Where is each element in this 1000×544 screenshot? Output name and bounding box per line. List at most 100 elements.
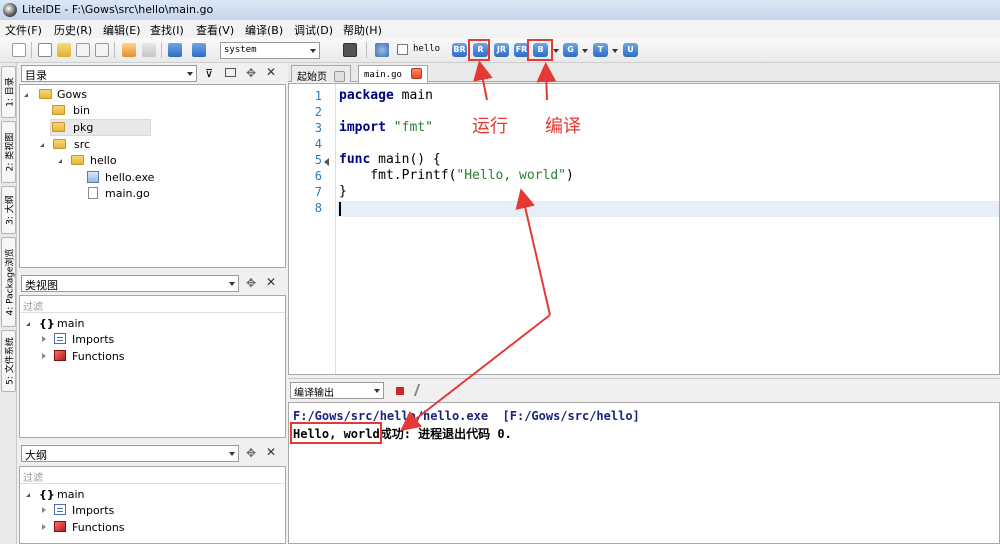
float-icon[interactable]: ✥	[246, 276, 256, 290]
menu-edit[interactable]: 编辑(E)	[103, 22, 141, 38]
goto-icon[interactable]	[122, 43, 136, 57]
divider	[20, 312, 285, 313]
tab-start-page[interactable]: 起始页	[291, 65, 352, 83]
tab-class-view-label: 2: 类视图	[5, 132, 15, 172]
menu-help[interactable]: 帮助(H)	[343, 22, 382, 38]
forward-icon[interactable]	[142, 43, 156, 57]
folder-icon	[52, 105, 65, 115]
save-icon[interactable]	[76, 43, 90, 57]
get-button[interactable]: G	[563, 43, 578, 57]
close-icon[interactable]: ✕	[266, 65, 276, 79]
menu-history[interactable]: 历史(R)	[54, 22, 92, 38]
tab-main-go[interactable]: main.go	[358, 65, 429, 83]
expander-icon[interactable]	[42, 524, 46, 530]
tree-item-label: Imports	[72, 504, 115, 517]
outline-select[interactable]: 大纲	[21, 445, 239, 462]
class-view-filter-input[interactable]: 过滤	[23, 298, 43, 313]
menu-view[interactable]: 查看(V)	[196, 22, 234, 38]
toolbar-separator	[114, 42, 115, 58]
tab-filesystem[interactable]: 5: 文件系统	[1, 330, 16, 392]
tree-item-label: src	[74, 138, 91, 151]
code-text: }	[339, 184, 347, 199]
close-tab-icon[interactable]	[411, 68, 423, 79]
expander-icon[interactable]	[24, 93, 28, 97]
fold-marker-icon[interactable]	[324, 158, 329, 166]
annotation-run-label: 运行	[472, 116, 508, 137]
code-line-6: fmt.Printf("Hello, world")	[339, 168, 574, 183]
chevron-down-icon	[310, 49, 316, 53]
expander-icon[interactable]	[42, 353, 46, 359]
new-file-icon[interactable]	[12, 43, 26, 57]
tab-package-browser[interactable]: 4: Package浏览	[1, 237, 16, 327]
class-view-select[interactable]: 类视图	[21, 275, 239, 292]
update-button[interactable]: U	[623, 43, 638, 57]
build-run-button[interactable]: BR	[452, 43, 467, 57]
menu-debug[interactable]: 调试(D)	[294, 22, 333, 38]
new-project-icon[interactable]	[38, 43, 52, 57]
expander-icon[interactable]	[42, 507, 46, 513]
edit-env-icon[interactable]	[343, 43, 357, 57]
tree-item-label: Gows	[57, 88, 87, 101]
line-number: 1	[314, 89, 322, 103]
expander-icon[interactable]	[42, 336, 46, 342]
save-all-icon[interactable]	[95, 43, 109, 57]
float-icon[interactable]: ✥	[246, 446, 256, 460]
clear-icon[interactable]	[413, 384, 429, 396]
close-tab-icon[interactable]	[334, 71, 346, 82]
code-text: )	[565, 168, 574, 183]
menu-bar: 文件(F) 历史(R) 编辑(E) 查找(I) 查看(V) 编译(B) 调试(D…	[0, 20, 1000, 38]
stop-icon[interactable]	[396, 387, 404, 395]
code-line-1: package main	[339, 88, 433, 103]
close-icon[interactable]: ✕	[266, 275, 276, 289]
tab-class-view[interactable]: 2: 类视图	[1, 121, 16, 183]
tab-directory-label: 1: 目录	[5, 77, 15, 107]
annotation-build-label: 编译	[545, 116, 581, 137]
tab-directory[interactable]: 1: 目录	[1, 66, 16, 118]
test-button[interactable]: T	[593, 43, 608, 57]
jump-run-button[interactable]: JR	[494, 43, 509, 57]
close-icon[interactable]: ✕	[266, 445, 276, 459]
line-number: 2	[314, 105, 322, 119]
divider	[20, 483, 285, 484]
tree-item-label: main	[57, 317, 85, 330]
expander-icon[interactable]	[26, 493, 30, 497]
chevron-down-icon[interactable]	[582, 49, 588, 53]
tab-outline[interactable]: 3: 大纲	[1, 186, 16, 234]
float-icon[interactable]: ✥	[246, 66, 256, 80]
gear-icon[interactable]	[375, 43, 389, 57]
folder-icon	[52, 122, 65, 132]
menu-file[interactable]: 文件(F)	[5, 22, 42, 38]
directory-select[interactable]: 目录	[21, 65, 197, 82]
chevron-down-icon[interactable]	[612, 49, 618, 53]
code-text: main() {	[370, 152, 441, 167]
menu-build[interactable]: 编译(B)	[245, 22, 283, 38]
code-text: fmt.Printf(	[339, 168, 457, 183]
chevron-down-icon[interactable]	[553, 49, 559, 53]
environment-select[interactable]: system	[220, 42, 320, 59]
filter-icon[interactable]: ⊽	[205, 67, 213, 80]
outline-filter-input[interactable]: 过滤	[23, 469, 43, 484]
home-icon[interactable]	[168, 43, 182, 57]
tree-item-label: bin	[73, 104, 91, 117]
tab-main-go-label: main.go	[364, 70, 402, 80]
keyword: import	[339, 120, 386, 135]
expander-icon[interactable]	[58, 159, 62, 163]
tree-item-label: pkg	[73, 121, 94, 134]
menu-find[interactable]: 查找(I)	[150, 22, 184, 38]
code-editor[interactable]: 1 2 3 4 5 6 7 8 package main import "fmt…	[288, 83, 1000, 375]
string-literal: "Hello, world"	[456, 168, 566, 183]
target-checkbox[interactable]	[397, 44, 408, 55]
line-number: 5	[314, 153, 322, 167]
tree-item-label: Imports	[72, 333, 115, 346]
package-icon: {}	[39, 317, 55, 330]
expander-icon[interactable]	[40, 143, 44, 147]
line-number: 4	[314, 137, 322, 151]
sync-icon[interactable]	[225, 68, 236, 77]
expander-icon[interactable]	[26, 322, 30, 326]
chevron-down-icon	[229, 452, 235, 456]
directory-select-value: 目录	[25, 69, 47, 82]
output-select[interactable]: 编译输出	[290, 382, 384, 399]
go-icon[interactable]	[192, 43, 206, 57]
tree-item-label: main.go	[105, 187, 150, 200]
open-folder-icon[interactable]	[57, 43, 71, 57]
